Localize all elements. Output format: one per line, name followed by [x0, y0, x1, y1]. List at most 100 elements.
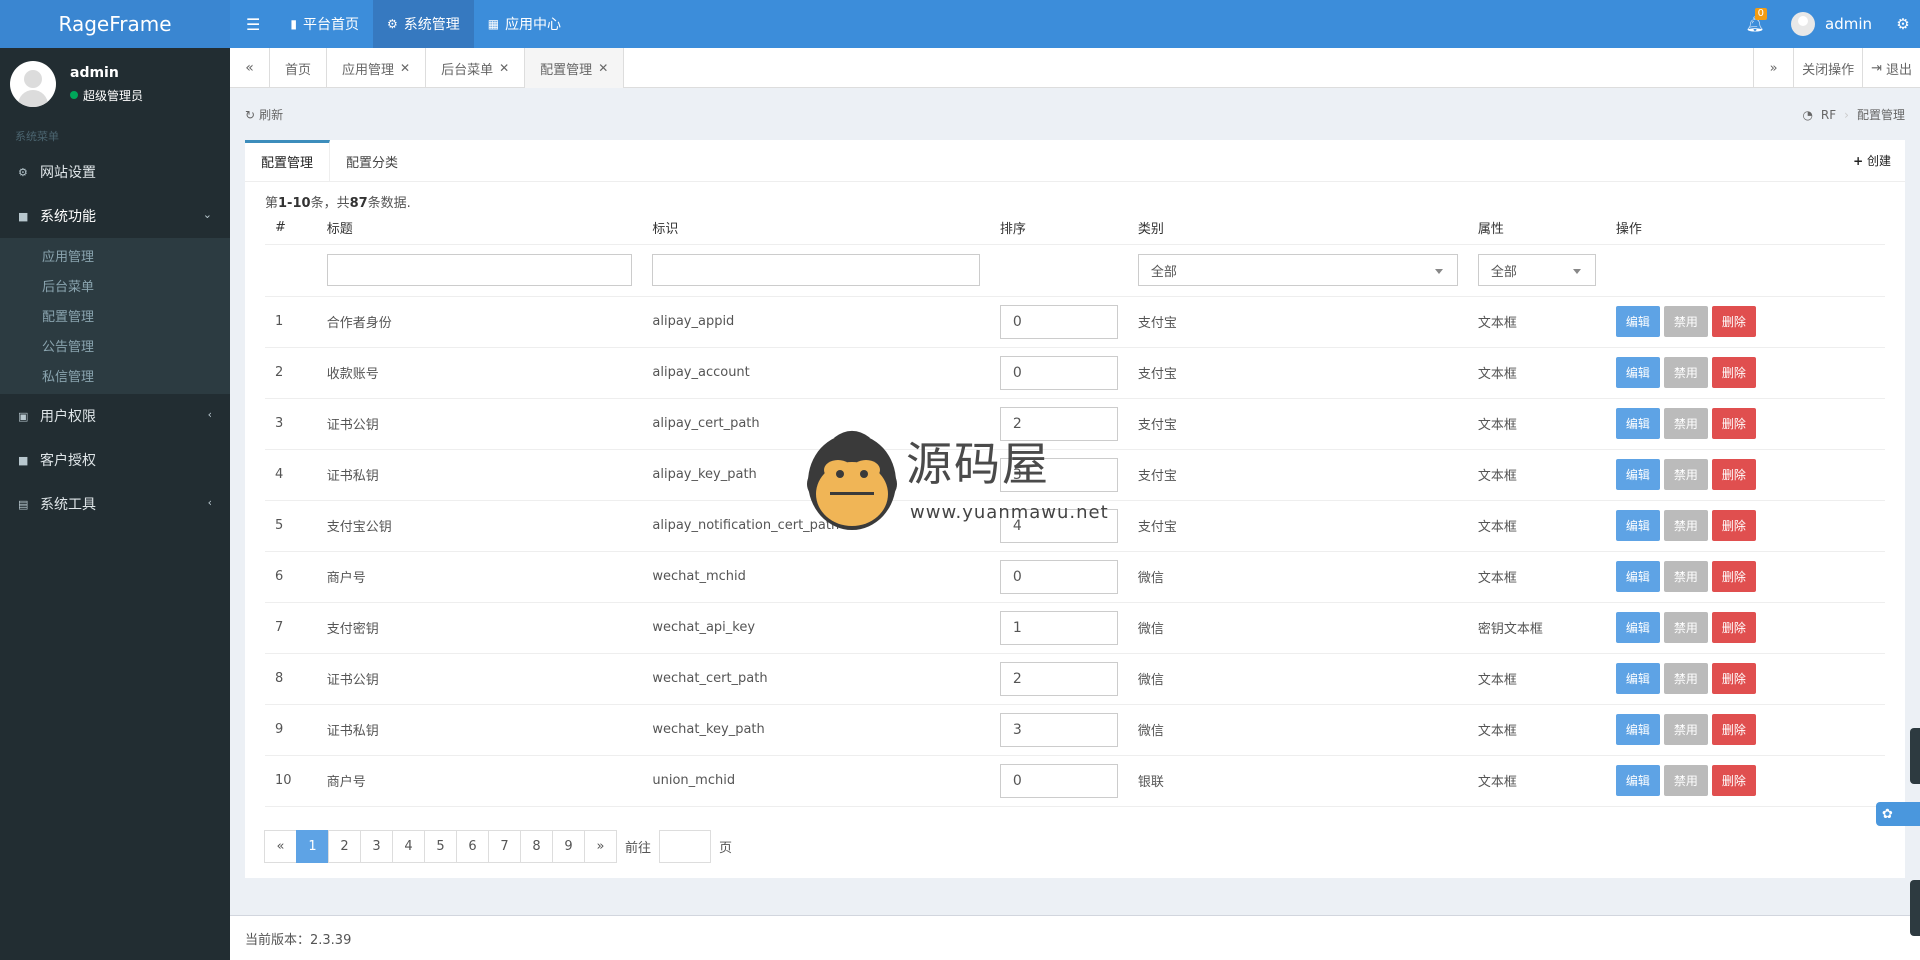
pagination-page[interactable]: 9	[552, 830, 585, 863]
pagination-page[interactable]: 6	[456, 830, 489, 863]
pagination-page[interactable]: 1	[296, 830, 329, 863]
delete-button[interactable]: 删除	[1711, 663, 1756, 694]
sidebar-item-system-functions[interactable]: ■ 系统功能 ⌄	[0, 194, 230, 238]
filter-cell	[642, 244, 990, 297]
delete-button[interactable]: 删除	[1711, 357, 1756, 388]
cell-attr: 文本框	[1467, 500, 1606, 552]
sort-input[interactable]: 3	[999, 712, 1118, 747]
tab-config-management-list[interactable]: 配置管理	[245, 140, 331, 182]
side-widget-handle[interactable]	[1910, 880, 1920, 936]
sidebar-item-customer-auth[interactable]: ■ 客户授权	[0, 438, 230, 482]
sidebar-toggle-button[interactable]: ☰	[230, 0, 276, 48]
goto-page-input[interactable]	[659, 830, 712, 863]
pagination-next[interactable]: »	[584, 830, 617, 863]
delete-button[interactable]: 删除	[1711, 510, 1756, 541]
sidebar-subitem-backend-menu[interactable]: 后台菜单	[0, 270, 230, 300]
edit-button[interactable]: 编辑	[1615, 765, 1660, 796]
edit-button[interactable]: 编辑	[1615, 663, 1660, 694]
close-icon[interactable]: ✕	[499, 61, 509, 75]
cell-id: 8	[265, 653, 317, 705]
key-filter-input[interactable]	[652, 254, 980, 286]
app-logo[interactable]: RageFrame	[0, 0, 230, 48]
disable-button[interactable]: 禁用	[1663, 459, 1708, 490]
pagination-page[interactable]: 7	[488, 830, 521, 863]
breadcrumb-root[interactable]: RF	[1821, 108, 1836, 122]
edit-button[interactable]: 编辑	[1615, 306, 1660, 337]
edit-button[interactable]: 编辑	[1615, 357, 1660, 388]
sidebar-subitem-private-messages[interactable]: 私信管理	[0, 360, 230, 390]
disable-button[interactable]: 禁用	[1663, 408, 1708, 439]
side-widget-handle[interactable]	[1910, 728, 1920, 784]
title-filter-input[interactable]	[326, 254, 633, 286]
pagination-page[interactable]: 4	[392, 830, 425, 863]
pagination-page[interactable]: 2	[328, 830, 361, 863]
cell-key: wechat_key_path	[642, 704, 990, 756]
create-button[interactable]: + 创建	[1853, 152, 1891, 169]
pagination-page[interactable]: 5	[424, 830, 457, 863]
category-filter-select[interactable]: 全部	[1137, 254, 1458, 286]
sort-input[interactable]: 0	[999, 304, 1118, 339]
notifications-button[interactable]: 🔔︎ 0	[1733, 0, 1777, 48]
disable-button[interactable]: 禁用	[1663, 357, 1708, 388]
settings-button[interactable]: ⚙	[1886, 0, 1920, 48]
tabs-scroll-left-button[interactable]: «	[230, 48, 270, 88]
disable-button[interactable]: 禁用	[1663, 306, 1708, 337]
disable-button[interactable]: 禁用	[1663, 765, 1708, 796]
row-actions: 编辑 禁用 删除	[1615, 357, 1875, 388]
top-header: RageFrame ☰ ▮ 平台首页 ⚙ 系统管理 ▦ 应用中心 🔔︎ 0 ad…	[0, 0, 1920, 48]
nav-app-center[interactable]: ▦ 应用中心	[474, 0, 575, 48]
close-icon[interactable]: ✕	[598, 61, 608, 75]
sort-input[interactable]: 0	[999, 355, 1118, 390]
sidebar-item-site-settings[interactable]: ⚙ 网站设置	[0, 150, 230, 194]
edit-button[interactable]: 编辑	[1615, 612, 1660, 643]
disable-button[interactable]: 禁用	[1663, 510, 1708, 541]
sidebar-subitem-announcements[interactable]: 公告管理	[0, 330, 230, 360]
tab-backend-menu[interactable]: 后台菜单 ✕	[426, 48, 526, 88]
refresh-button[interactable]: ↻ 刷新	[245, 106, 283, 123]
tab-home[interactable]: 首页	[270, 48, 328, 88]
tab-config-management[interactable]: 配置管理 ✕	[525, 48, 625, 88]
pagination-page[interactable]: 8	[520, 830, 553, 863]
sidebar-item-user-permissions[interactable]: ▣ 用户权限 ‹	[0, 394, 230, 438]
edit-button[interactable]: 编辑	[1615, 561, 1660, 592]
pagination-prev[interactable]: «	[264, 830, 297, 863]
sidebar-subitem-config-management[interactable]: 配置管理	[0, 300, 230, 330]
close-icon[interactable]: ✕	[400, 61, 410, 75]
delete-button[interactable]: 删除	[1711, 408, 1756, 439]
sidebar-item-system-tools[interactable]: ▤ 系统工具 ‹	[0, 482, 230, 526]
logout-button[interactable]: ⇥ 退出	[1862, 48, 1920, 88]
disable-button[interactable]: 禁用	[1663, 561, 1708, 592]
disable-button[interactable]: 禁用	[1663, 612, 1708, 643]
sort-input[interactable]: 0	[999, 559, 1118, 594]
delete-button[interactable]: 删除	[1711, 306, 1756, 337]
delete-button[interactable]: 删除	[1711, 765, 1756, 796]
delete-button[interactable]: 删除	[1711, 459, 1756, 490]
share-widget-button[interactable]: ✿	[1876, 802, 1920, 826]
tab-app-management[interactable]: 应用管理 ✕	[327, 48, 427, 88]
sort-input[interactable]: 2	[999, 661, 1118, 696]
delete-button[interactable]: 删除	[1711, 612, 1756, 643]
edit-button[interactable]: 编辑	[1615, 459, 1660, 490]
delete-button[interactable]: 删除	[1711, 561, 1756, 592]
tab-config-category[interactable]: 配置分类	[330, 140, 414, 182]
disable-button[interactable]: 禁用	[1663, 663, 1708, 694]
edit-button[interactable]: 编辑	[1615, 510, 1660, 541]
avatar	[10, 61, 56, 107]
disable-button[interactable]: 禁用	[1663, 714, 1708, 745]
sidebar-subitem-app-management[interactable]: 应用管理	[0, 240, 230, 270]
edit-button[interactable]: 编辑	[1615, 408, 1660, 439]
result-summary: 第1-10条，共87条数据.	[265, 192, 411, 211]
lock-icon: ▣	[18, 409, 29, 423]
edit-button[interactable]: 编辑	[1615, 714, 1660, 745]
delete-button[interactable]: 删除	[1711, 714, 1756, 745]
sort-input[interactable]: 0	[999, 763, 1118, 798]
close-operations-button[interactable]: 关闭操作	[1793, 48, 1862, 88]
tabs-scroll-right-button[interactable]: »	[1753, 48, 1793, 88]
nav-system-management[interactable]: ⚙ 系统管理	[372, 0, 474, 48]
pagination-page[interactable]: 3	[360, 830, 393, 863]
nav-platform-home[interactable]: ▮ 平台首页	[276, 0, 373, 48]
sort-input[interactable]: 1	[999, 610, 1118, 645]
user-menu[interactable]: admin	[1777, 0, 1886, 48]
attr-filter-select[interactable]: 全部	[1477, 254, 1596, 286]
cell-key: wechat_cert_path	[642, 653, 990, 705]
